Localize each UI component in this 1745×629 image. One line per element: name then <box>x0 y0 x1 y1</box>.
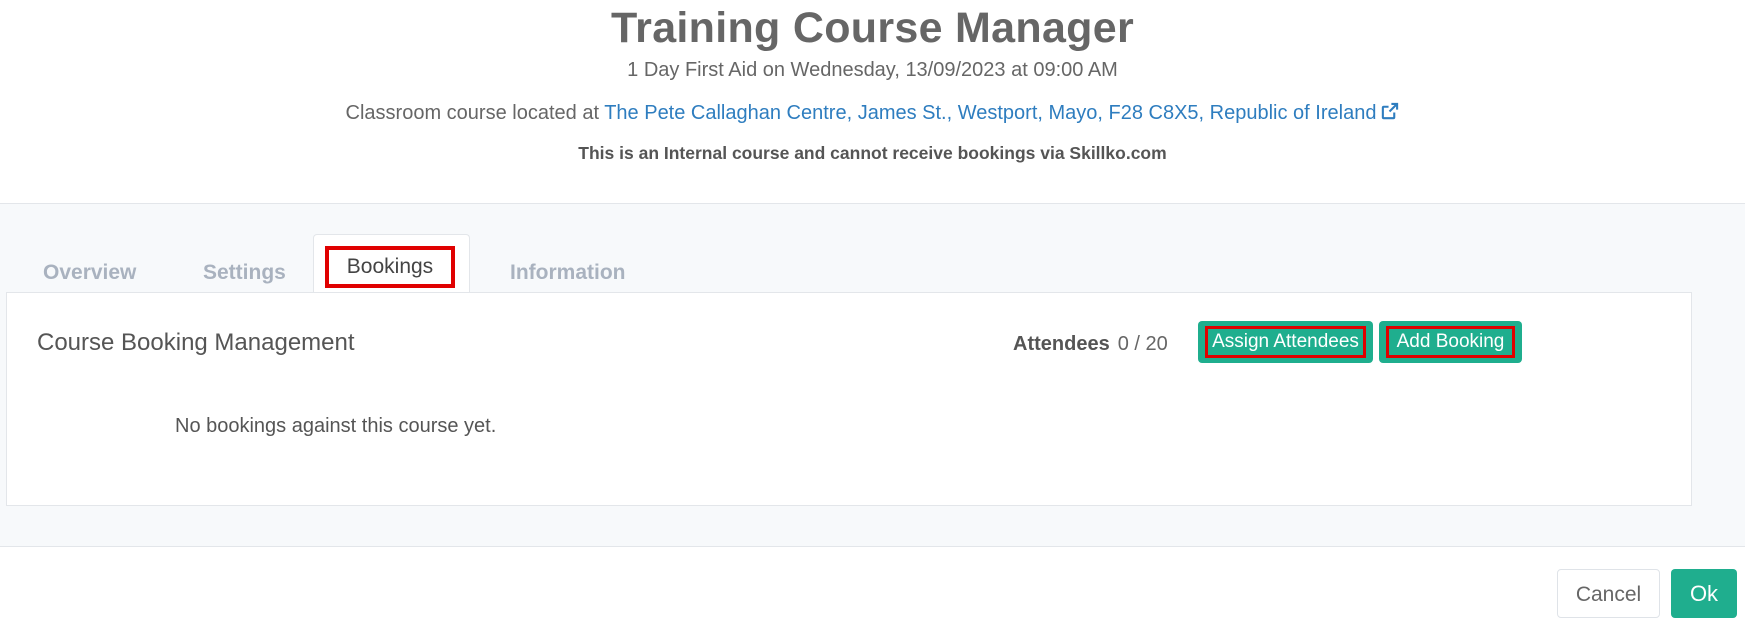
tab-label: Information <box>510 261 626 284</box>
add-booking-label: Add Booking <box>1386 326 1515 358</box>
attendees-counter: Attendees 0 / 20 <box>1013 333 1168 356</box>
course-header: Training Course Manager 1 Day First Aid … <box>0 0 1745 204</box>
tab-label: Bookings <box>325 246 455 288</box>
cancel-button[interactable]: Cancel <box>1557 569 1660 618</box>
tab-bookings[interactable]: Bookings <box>313 234 470 297</box>
internal-course-note: This is an Internal course and cannot re… <box>578 143 1167 163</box>
location-prefix: Classroom course located at <box>345 102 605 124</box>
tab-settings[interactable]: Settings <box>203 250 286 296</box>
tab-label: Settings <box>203 261 286 284</box>
empty-bookings-message: No bookings against this course yet. <box>175 415 497 437</box>
location-link-text: The Pete Callaghan Centre, James St., We… <box>604 102 1377 124</box>
course-subtitle: 1 Day First Aid on Wednesday, 13/09/2023… <box>627 59 1118 81</box>
assign-attendees-button[interactable]: Assign Attendees <box>1198 321 1373 363</box>
assign-attendees-label: Assign Attendees <box>1205 326 1366 358</box>
tab-overview[interactable]: Overview <box>43 250 136 296</box>
content-area: Overview Settings Bookings Information C… <box>0 204 1745 547</box>
tab-label: Overview <box>43 261 137 284</box>
course-location: Classroom course located at The Pete Cal… <box>0 102 1745 125</box>
add-booking-button[interactable]: Add Booking <box>1379 321 1522 363</box>
attendees-label: Attendees <box>1013 333 1110 355</box>
panel-title: Course Booking Management <box>37 329 355 356</box>
attendees-count: 0 / 20 <box>1117 333 1168 355</box>
location-link[interactable]: The Pete Callaghan Centre, James St., We… <box>604 102 1399 124</box>
booking-panel: Course Booking Management Attendees 0 / 2… <box>6 292 1692 506</box>
page-title: Training Course Manager <box>610 4 1134 52</box>
tab-information[interactable]: Information <box>510 250 626 296</box>
ok-button[interactable]: Ok <box>1671 569 1737 618</box>
external-link-icon <box>1382 102 1399 120</box>
